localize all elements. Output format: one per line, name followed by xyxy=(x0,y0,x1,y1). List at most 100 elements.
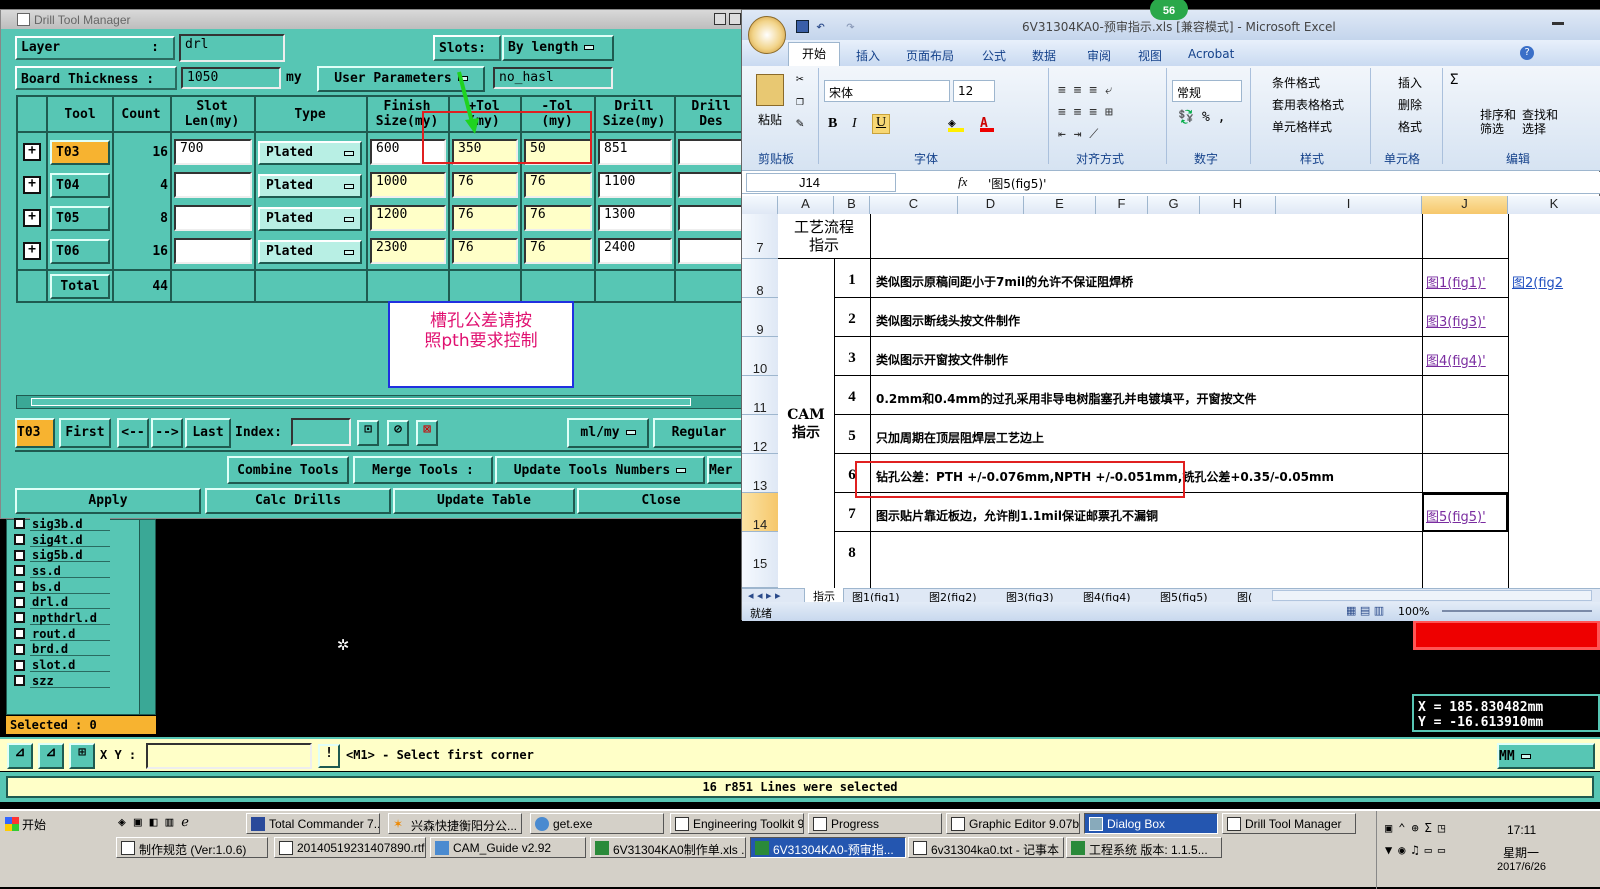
slots-dropdown[interactable]: By length xyxy=(502,35,614,61)
process-header-cell[interactable]: 工艺流程 指示 xyxy=(778,218,870,254)
bold-button[interactable]: B xyxy=(828,116,837,132)
checkbox[interactable] xyxy=(14,596,25,608)
xy-input[interactable] xyxy=(146,743,312,769)
drill-des-input[interactable] xyxy=(678,172,746,198)
type-dropdown[interactable]: Plated xyxy=(258,141,362,165)
search-icon[interactable]: ⊡ xyxy=(357,420,379,446)
item-link-2[interactable]: 图2(fig2 xyxy=(1512,272,1563,291)
office-button-icon[interactable] xyxy=(748,16,786,54)
item-text[interactable]: 图示贴片靠近板边，允许削1.1mil保证邮票孔不漏铜 xyxy=(876,507,1158,524)
fx-icon[interactable]: fx xyxy=(958,174,967,190)
checkbox[interactable] xyxy=(14,549,25,561)
slot-len-input[interactable]: 700 xyxy=(174,139,252,165)
minimize-icon[interactable] xyxy=(1552,22,1564,25)
item-text[interactable]: 0.2mm和0.4mm的过孔采用非导电树脂塞孔并电镀填平，开窗按文件 xyxy=(876,390,1257,407)
item-text[interactable]: 类似图示断线头按文件制作 xyxy=(876,312,1020,329)
help-icon[interactable]: ? xyxy=(1520,46,1534,60)
combine-tools-button[interactable]: Combine Tools xyxy=(227,456,349,484)
calc-drills-button[interactable]: Calc Drills xyxy=(205,488,391,514)
row-header[interactable]: 15 xyxy=(742,532,778,588)
drill-size-input[interactable]: 851 xyxy=(598,139,672,165)
row-header[interactable]: 8 xyxy=(742,259,778,298)
drill-des-input[interactable] xyxy=(678,238,746,264)
fill-color-icon[interactable]: ◈ xyxy=(948,116,964,132)
table-format-button[interactable]: 套用表格格式 xyxy=(1272,96,1344,113)
drill-size-input[interactable]: 1300 xyxy=(598,205,672,231)
first-button[interactable]: First xyxy=(59,418,111,448)
sheet-nav-icons[interactable]: ◂ ◂ ▸ ▸ xyxy=(748,589,781,602)
col-header[interactable]: A xyxy=(778,196,834,214)
tab-formulas[interactable]: 公式 xyxy=(982,47,1006,64)
view-icons[interactable]: ▦ ▤ ▥ xyxy=(1346,604,1384,617)
vertical-scrollbar[interactable] xyxy=(139,520,155,714)
checkbox[interactable] xyxy=(14,659,25,671)
task-graphic-editor[interactable]: Graphic Editor 9.07b... xyxy=(946,813,1080,834)
tool-cell[interactable]: T06 xyxy=(50,239,110,264)
zoom-slider[interactable] xyxy=(1442,610,1592,612)
task-engineering-toolkit[interactable]: Engineering Toolkit 9... xyxy=(670,813,804,834)
task-notepad[interactable]: 6v31304ka0.txt - 记事本 xyxy=(908,837,1064,858)
type-dropdown[interactable]: Plated xyxy=(258,207,362,231)
task-total-commander[interactable]: Total Commander 7.... xyxy=(246,813,380,834)
row-header[interactable]: 9 xyxy=(742,298,778,337)
excel-title-bar[interactable]: ↶ ↷ 6V31304KA0-预审指示.xls [兼容模式] - Microso… xyxy=(742,0,1600,54)
slot-len-input[interactable] xyxy=(174,205,252,231)
next-button[interactable]: --> xyxy=(151,418,183,448)
checkbox[interactable] xyxy=(14,581,25,593)
tool-cell[interactable]: T05 xyxy=(50,206,110,231)
quicklaunch-icons[interactable]: ◈▣◧▥ℯ xyxy=(118,815,197,830)
minus-tol-input[interactable]: 76 xyxy=(524,238,592,264)
last-button[interactable]: Last xyxy=(185,418,231,448)
col-header[interactable]: E xyxy=(1024,196,1096,214)
task-xingsen[interactable]: ✶ 兴森快捷衡阳分公... xyxy=(388,813,522,834)
list-item[interactable]: brd.d xyxy=(9,642,131,658)
task-spec[interactable]: 制作规范 (Ver:1.0.6) xyxy=(116,837,268,858)
number-format-select[interactable]: 常规 xyxy=(1172,80,1242,102)
info-icon[interactable]: ! xyxy=(318,744,340,768)
minus-tol-input[interactable]: 76 xyxy=(524,172,592,198)
underline-button[interactable]: U xyxy=(872,114,890,134)
task-progress[interactable]: Progress xyxy=(808,813,942,834)
paste-label[interactable]: 粘贴 xyxy=(758,111,782,128)
apply-button[interactable]: Apply xyxy=(15,488,201,514)
checkbox[interactable] xyxy=(14,612,25,624)
tab-page-layout[interactable]: 页面布局 xyxy=(906,47,954,64)
tab-acrobat[interactable]: Acrobat xyxy=(1188,47,1234,61)
tab-data[interactable]: 数据 xyxy=(1032,47,1056,64)
finish-size-input[interactable]: 1200 xyxy=(370,205,446,231)
layer-input[interactable]: drl xyxy=(179,34,285,62)
format-painter-icon[interactable]: ✎ xyxy=(796,116,804,131)
cell-styles-button[interactable]: 单元格样式 xyxy=(1272,118,1332,135)
tray-icons[interactable]: ▣⌃⊕Σ◳ ▼◉♫▭▭ xyxy=(1385,817,1451,861)
clear-icon[interactable]: ⊠ xyxy=(416,420,438,446)
merge-tools-button[interactable]: Merge Tools : xyxy=(353,456,493,484)
tab-view[interactable]: 视图 xyxy=(1138,47,1162,64)
checkbox[interactable] xyxy=(14,534,25,546)
expand-icon[interactable]: + xyxy=(23,242,41,260)
item-text[interactable]: 只加周期在顶层阻焊层工艺边上 xyxy=(876,429,1044,446)
align-icons[interactable]: ≡ ≡ ≡ ⤶ ≡ ≡ ≡ ⊞ ⇤ ⇥ ⟋ xyxy=(1058,80,1158,146)
grid-icon[interactable]: ⊞ xyxy=(69,743,95,769)
type-dropdown[interactable]: Plated xyxy=(258,240,362,264)
unit-dropdown[interactable]: ml/my xyxy=(567,418,649,448)
checkbox[interactable] xyxy=(14,628,25,640)
tool-cell[interactable]: T03 xyxy=(50,140,110,165)
close-button[interactable]: Close xyxy=(577,488,745,514)
type-dropdown[interactable]: Plated xyxy=(258,174,362,198)
update-tools-numbers-button[interactable]: Update Tools Numbers xyxy=(495,456,705,484)
drill-size-input[interactable]: 2400 xyxy=(598,238,672,264)
finish-size-input[interactable]: 1000 xyxy=(370,172,446,198)
tool-icon-1[interactable]: ⊿ xyxy=(7,743,33,769)
delete-cells-button[interactable]: 删除 xyxy=(1398,96,1422,113)
sort-filter-button[interactable]: 排序和 筛选 xyxy=(1480,108,1516,136)
row-header[interactable]: 14 xyxy=(742,493,778,532)
plus-tol-input[interactable]: 76 xyxy=(452,238,518,264)
col-header[interactable]: C xyxy=(870,196,958,214)
row-header[interactable]: 10 xyxy=(742,337,778,376)
tool-icon-2[interactable]: ⊿ xyxy=(38,743,64,769)
cam-label-cell[interactable]: CAM 指示 xyxy=(778,406,834,442)
task-cam-guide[interactable]: CAM_Guide v2.92 xyxy=(430,837,586,858)
list-item[interactable]: slot.d xyxy=(9,657,131,673)
item-link[interactable]: 图3(fig3)' xyxy=(1426,311,1486,330)
finish-size-input[interactable]: 2300 xyxy=(370,238,446,264)
